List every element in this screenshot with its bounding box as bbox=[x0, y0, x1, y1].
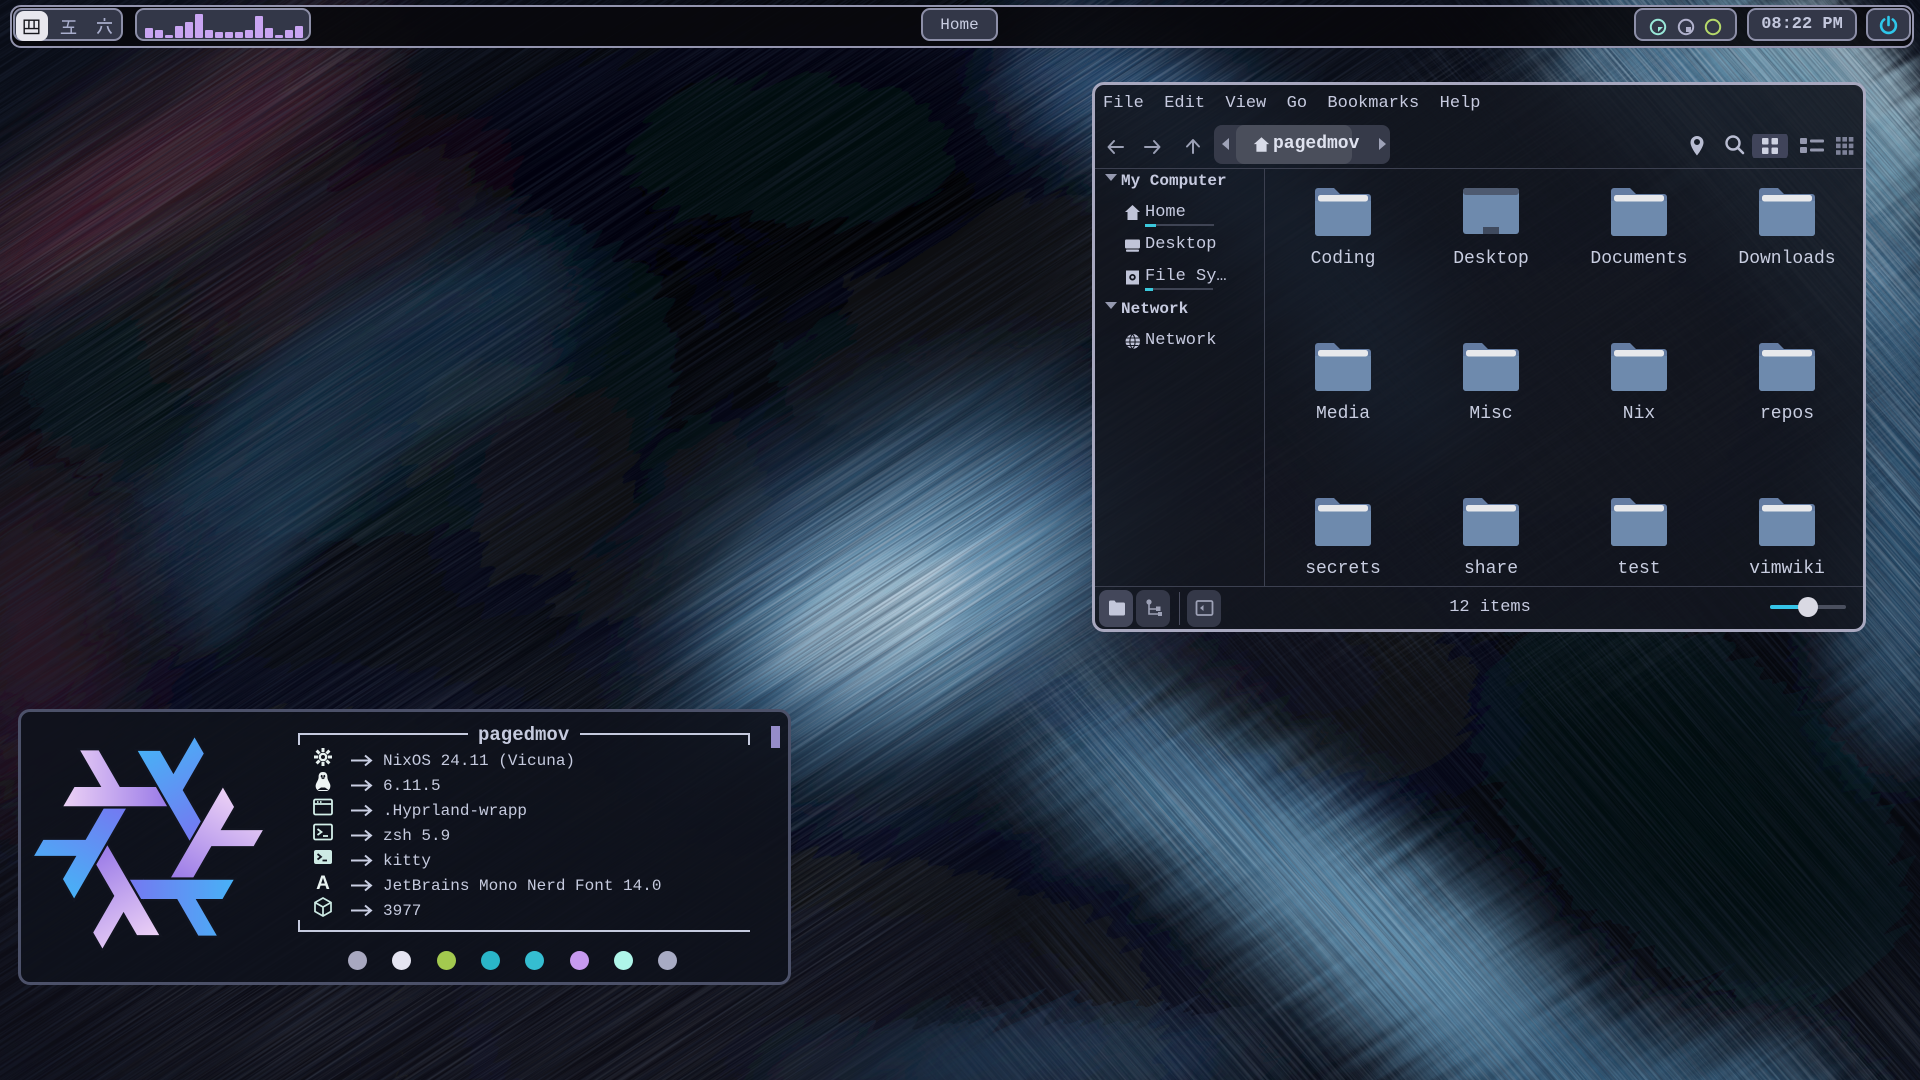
svg-text:A: A bbox=[316, 873, 330, 893]
